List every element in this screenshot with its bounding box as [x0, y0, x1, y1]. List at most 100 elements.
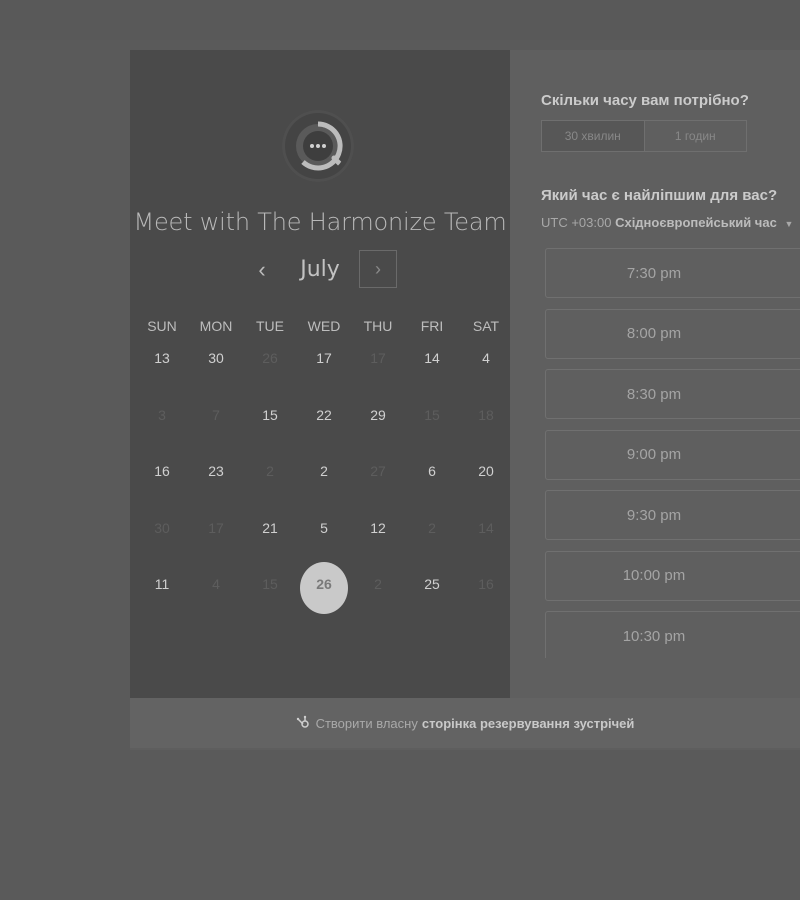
duration-option-30[interactable]: 30 хвилин [542, 121, 645, 151]
calendar-day[interactable]: 29 [351, 397, 405, 454]
calendar-day-number: 17 [370, 350, 386, 366]
weekday-label: SUN [147, 318, 177, 334]
duration-option-60[interactable]: 1 годин [645, 121, 747, 151]
time-question: Який час є найліпшим для вас? [541, 187, 778, 204]
calendar-day-number: 14 [478, 519, 494, 536]
calendar-day[interactable]: 17 [297, 340, 351, 397]
timezone-offset: UTC +03:00 [541, 215, 612, 230]
weekday-header: SUN MON TUE WED THU FRI SAT [135, 318, 513, 338]
time-slot[interactable]: 10:30 pm [545, 611, 800, 658]
avatar [282, 110, 354, 182]
calendar-day: 16 [459, 566, 513, 623]
calendar-day-number: 29 [370, 406, 386, 423]
time-slot[interactable]: 10:00 pm [545, 550, 800, 601]
weekday-label: SAT [472, 318, 500, 334]
footer-link[interactable]: сторінка резервування зустрічей [422, 716, 635, 731]
calendar-day[interactable]: 5 [297, 510, 351, 567]
calendar-day[interactable]: 2 [297, 453, 351, 510]
time-slot[interactable]: 9:30 pm [545, 490, 800, 540]
month-label: July [300, 257, 340, 282]
calendar-day[interactable]: 23 [189, 453, 243, 510]
calendar-day-number: 30 [154, 519, 170, 536]
calendar-day: 14 [459, 510, 513, 567]
calendar-day-number: 18 [478, 406, 494, 423]
timezone-select[interactable]: UTC +03:00 Східноєвропейський час ▼ [541, 215, 793, 230]
calendar-week: 3 7 15 22 29 15 18 [135, 397, 513, 454]
duration-question: Скільки часу вам потрібно? [541, 92, 749, 109]
calendar-day-number: 26 [262, 350, 278, 366]
calendar-day-number: 21 [262, 519, 278, 536]
calendar-day-number: 15 [262, 576, 278, 592]
time-slot[interactable]: 9:00 pm [545, 429, 800, 480]
calendar-day-number: 25 [424, 576, 440, 592]
calendar-day[interactable]: 11 [135, 566, 189, 623]
calendar-day-number: 15 [262, 406, 278, 423]
calendar-day-number: 6 [428, 463, 436, 479]
calendar-day: 27 [351, 453, 405, 510]
calendar-day: 18 [459, 397, 513, 454]
calendar-day[interactable]: 14 [405, 340, 459, 397]
weekday-label: FRI [420, 318, 444, 334]
weekday-label: THU [363, 318, 393, 334]
calendar-grid: 13 30 26 17 17 14 4 3 7 15 22 29 15 18 16 23 2 2 27 6 20 30 17… [135, 340, 513, 623]
footer-bar: Створити власну сторінка резервування зу… [130, 698, 800, 748]
calendar-day: 17 [351, 340, 405, 397]
chat-dots-icon [296, 121, 345, 171]
calendar-day[interactable]: 16 [135, 453, 189, 510]
calendar-panel: Meet with The Harmonize Team ‹ July › SU… [130, 50, 510, 698]
calendar-day[interactable]: 30 [189, 340, 243, 397]
time-slot[interactable]: 8:00 pm [545, 308, 800, 359]
calendar-day-number: 22 [316, 406, 332, 423]
month-navigation: ‹ July › [130, 250, 510, 290]
calendar-day[interactable]: 12 [351, 510, 405, 567]
calendar-day-selected[interactable]: 26 [297, 562, 351, 623]
calendar-day: 15 [405, 397, 459, 454]
time-slot-list: 7:30 pm 8:00 pm 8:30 pm 9:00 pm 9:30 pm … [545, 248, 800, 658]
calendar-day[interactable]: 15 [243, 397, 297, 454]
calendar-week: 30 17 21 5 12 2 14 [135, 510, 513, 567]
calendar-day[interactable]: 25 [405, 566, 459, 623]
weekday-label: TUE [256, 318, 284, 334]
calendar-day-number: 26 [316, 576, 332, 592]
timezone-name: Східноєвропейський час [615, 215, 777, 230]
calendar-day: 2 [243, 453, 297, 510]
calendar-day[interactable]: 22 [297, 397, 351, 454]
calendar-week: 16 23 2 2 27 6 20 [135, 453, 513, 510]
time-slot[interactable]: 7:30 pm [545, 248, 800, 298]
chevron-right-icon[interactable]: › [359, 250, 397, 288]
calendar-day-number: 2 [320, 463, 328, 479]
calendar-day-number: 7 [212, 406, 220, 423]
footer-text: Створити власну [315, 715, 418, 731]
calendar-day-number: 13 [154, 350, 170, 366]
calendar-week: 13 30 26 17 17 14 4 [135, 340, 513, 397]
calendar-day[interactable]: 6 [405, 453, 459, 510]
time-panel: Скільки часу вам потрібно? 30 хвилин 1 г… [510, 50, 800, 698]
calendar-day-number: 30 [208, 350, 224, 366]
calendar-day-number: 4 [482, 350, 490, 366]
calendar-day-number: 5 [320, 519, 328, 536]
calendar-day: 17 [189, 510, 243, 567]
calendar-day-number: 17 [316, 350, 332, 366]
calendar-day-number: 11 [154, 576, 170, 592]
hubspot-sprocket-icon [296, 715, 310, 732]
calendar-day[interactable]: 13 [135, 340, 189, 397]
calendar-day-number: 12 [370, 519, 386, 536]
calendar-day-number: 2 [428, 519, 436, 536]
time-slot[interactable]: 8:30 pm [545, 369, 800, 419]
chevron-left-icon[interactable]: ‹ [250, 256, 274, 284]
calendar-day-number: 16 [478, 576, 494, 592]
calendar-day[interactable]: 21 [243, 510, 297, 567]
calendar-day-number: 2 [266, 463, 274, 479]
calendar-day-number: 27 [370, 463, 386, 479]
calendar-day: 7 [189, 397, 243, 454]
calendar-day[interactable]: 20 [459, 453, 513, 510]
calendar-week: 11 4 15 26 2 25 16 [135, 562, 513, 623]
calendar-day: 2 [405, 510, 459, 567]
calendar-day[interactable]: 4 [459, 340, 513, 397]
calendar-day-number: 20 [478, 463, 494, 479]
meeting-title: Meet with The Harmonize Team [133, 208, 507, 236]
duration-toggle: 30 хвилин 1 годин [541, 120, 747, 152]
calendar-day-number: 2 [374, 576, 382, 592]
calendar-day-number: 15 [424, 406, 440, 423]
calendar-day-number: 14 [424, 350, 440, 366]
